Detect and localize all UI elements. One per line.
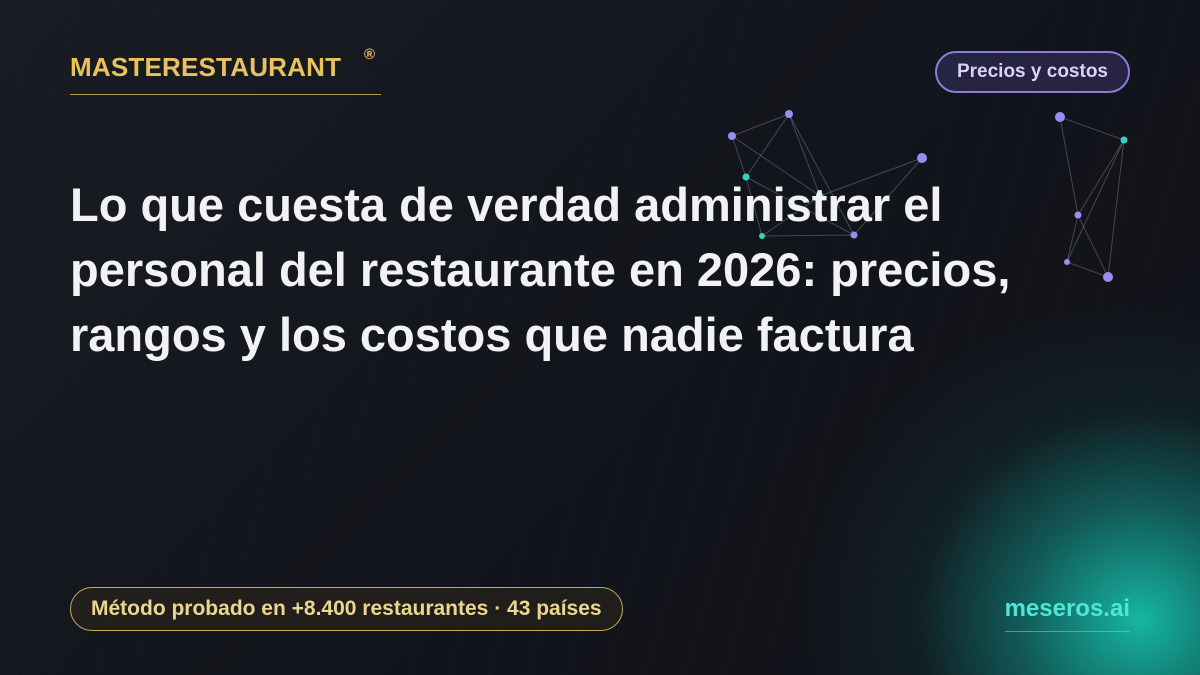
article-headline: Lo que cuesta de verdad administrar el p… — [70, 178, 1011, 361]
category-tag-badge: Precios y costos — [934, 51, 1130, 93]
website-link[interactable]: meseros.ai — [1004, 594, 1130, 632]
brand-logo: MASTERESTAURANT ® — [70, 46, 381, 95]
brand-name: MASTERESTAURANT — [70, 52, 342, 82]
social-proof-badge: Método probado en +8.400 restaurantes · … — [70, 587, 623, 631]
registered-trademark-icon: ® — [364, 46, 376, 63]
